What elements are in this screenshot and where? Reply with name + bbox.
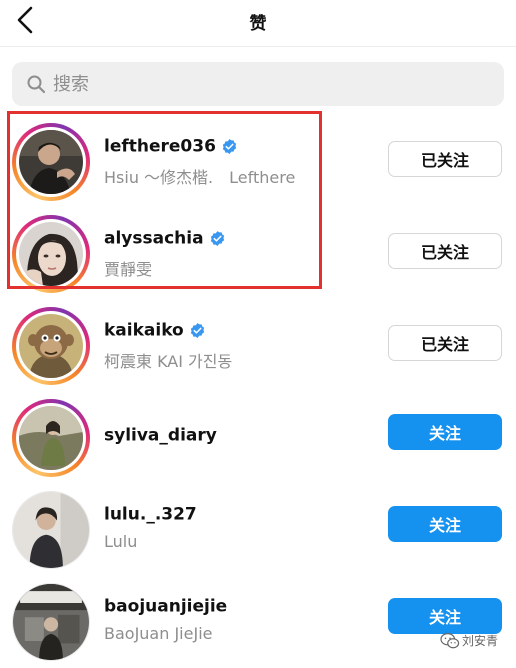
watermark: 刘安青 [440, 630, 498, 650]
user-info: alyssachia 賈靜雯 [104, 228, 374, 280]
avatar[interactable] [13, 584, 89, 660]
verified-badge-icon [222, 139, 237, 154]
username[interactable]: lefthere036 [104, 137, 216, 157]
user-row-alyssachia[interactable]: alyssachia 賈靜雯 已关注 [0, 208, 516, 300]
avatar[interactable] [13, 492, 89, 568]
user-info: syliva_diary [104, 425, 374, 451]
avatar[interactable] [19, 222, 83, 286]
user-info: lefthere036 Hsiu 〜修杰楷. Lefthere [104, 136, 374, 188]
header-divider [0, 46, 516, 47]
full-name: BaoJuan JieJie [104, 624, 213, 643]
search-input[interactable] [53, 62, 493, 106]
avatar-frame[interactable] [12, 583, 90, 661]
search-icon [27, 75, 46, 94]
story-ring[interactable] [12, 307, 90, 385]
follow-button[interactable]: 关注 [388, 414, 502, 450]
user-row-kaikaiko[interactable]: kaikaiko 柯震東 KAI 가진동 已关注 [0, 300, 516, 392]
full-name: 賈靜雯 [104, 260, 153, 279]
watermark-text: 刘安青 [462, 634, 499, 648]
following-button[interactable]: 已关注 [388, 233, 502, 269]
user-info: baojuanjiejie BaoJuan JieJie [104, 596, 374, 644]
username[interactable]: baojuanjiejie [104, 597, 227, 617]
username[interactable]: lulu._.327 [104, 505, 197, 525]
following-button[interactable]: 已关注 [388, 325, 502, 361]
full-name: 柯震東 KAI 가진동 [104, 352, 233, 371]
user-info: kaikaiko 柯震東 KAI 가진동 [104, 320, 374, 372]
full-name: Hsiu 〜修杰楷. Lefthere [104, 168, 296, 187]
header-bar: 赞 [0, 0, 516, 46]
verified-badge-icon [190, 323, 204, 338]
user-row-syliva-diary[interactable]: syliva_diary 关注 [0, 392, 516, 484]
story-ring[interactable] [12, 215, 90, 293]
username[interactable]: alyssachia [104, 229, 204, 249]
search-bar[interactable] [12, 62, 504, 106]
page-title: 赞 [249, 14, 267, 34]
user-info: lulu._.327 Lulu [104, 504, 374, 552]
avatar[interactable] [19, 130, 83, 194]
follow-button[interactable]: 关注 [388, 506, 502, 542]
follow-button[interactable]: 关注 [388, 598, 502, 634]
wechat-icon [440, 632, 460, 648]
username[interactable]: kaikaiko [104, 321, 184, 341]
avatar[interactable] [19, 406, 83, 470]
full-name: Lulu [104, 532, 138, 551]
user-row-baojuanjiejie[interactable]: baojuanjiejie BaoJuan JieJie 关注 [0, 576, 516, 668]
user-row-lefthere036[interactable]: lefthere036 Hsiu 〜修杰楷. Lefthere 已关注 [0, 116, 516, 208]
avatar[interactable] [19, 314, 83, 378]
username[interactable]: syliva_diary [104, 426, 217, 446]
story-ring[interactable] [12, 399, 90, 477]
story-ring[interactable] [12, 123, 90, 201]
user-row-lulu[interactable]: lulu._.327 Lulu 关注 [0, 484, 516, 576]
verified-badge-icon [210, 231, 224, 246]
avatar-frame[interactable] [12, 491, 90, 569]
following-button[interactable]: 已关注 [388, 141, 502, 177]
